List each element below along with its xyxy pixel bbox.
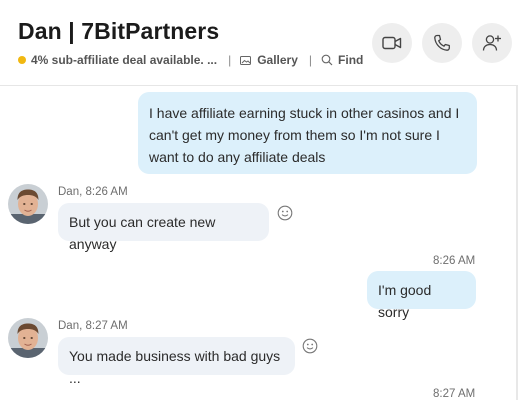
find-link[interactable]: Find (321, 53, 363, 67)
message-line: want to do any affiliate deals (149, 149, 326, 165)
message-text: I'm good sorry (378, 282, 432, 320)
chat-title[interactable]: Dan | 7BitPartners (18, 18, 219, 45)
dan-avatar-image (8, 318, 48, 358)
video-call-button[interactable] (372, 23, 412, 63)
message-bubble-incoming[interactable]: You made business with bad guys ... (58, 337, 295, 386)
mood-message[interactable]: 4% sub-affiliate deal available. ... (31, 53, 217, 67)
message-line: I have affiliate earning stuck in other … (149, 105, 460, 121)
message-text: You made business with bad guys ... (69, 348, 281, 386)
add-people-button[interactable] (472, 23, 512, 63)
chat-header: Dan | 7BitPartners 4% sub-affiliate deal… (0, 0, 518, 86)
separator: | (308, 53, 313, 67)
message-line: can't get my money from them so I'm not … (149, 127, 440, 143)
message-time: 8:26 AM (433, 255, 476, 267)
gallery-label: Gallery (257, 53, 298, 67)
message-time: 8:27 AM (433, 388, 476, 400)
status-indicator (18, 56, 26, 64)
message-sender-time: Dan, 8:27 AM (58, 320, 128, 332)
search-icon (321, 54, 333, 66)
smiley-icon[interactable] (302, 338, 318, 354)
message-sender-time: Dan, 8:26 AM (58, 186, 128, 198)
gallery-link[interactable]: Gallery (240, 53, 298, 67)
message-bubble-outgoing[interactable]: I'm good sorry (367, 271, 476, 320)
add-person-icon (482, 35, 501, 51)
message-bubble-outgoing[interactable]: I have affiliate earning stuck in other … (138, 92, 477, 174)
avatar[interactable] (8, 318, 48, 358)
find-label: Find (338, 53, 364, 67)
audio-call-button[interactable] (422, 23, 462, 63)
separator: | (228, 53, 232, 67)
dan-avatar-image (8, 184, 48, 224)
phone-icon (434, 34, 450, 51)
message-text: But you can create new anyway (69, 214, 216, 252)
avatar[interactable] (8, 184, 48, 224)
chat-subline: 4% sub-affiliate deal available. ... | G… (18, 53, 363, 67)
gallery-icon (240, 55, 252, 65)
video-camera-icon (382, 36, 402, 50)
message-bubble-incoming[interactable]: But you can create new anyway (58, 203, 269, 252)
smiley-icon[interactable] (277, 205, 293, 221)
